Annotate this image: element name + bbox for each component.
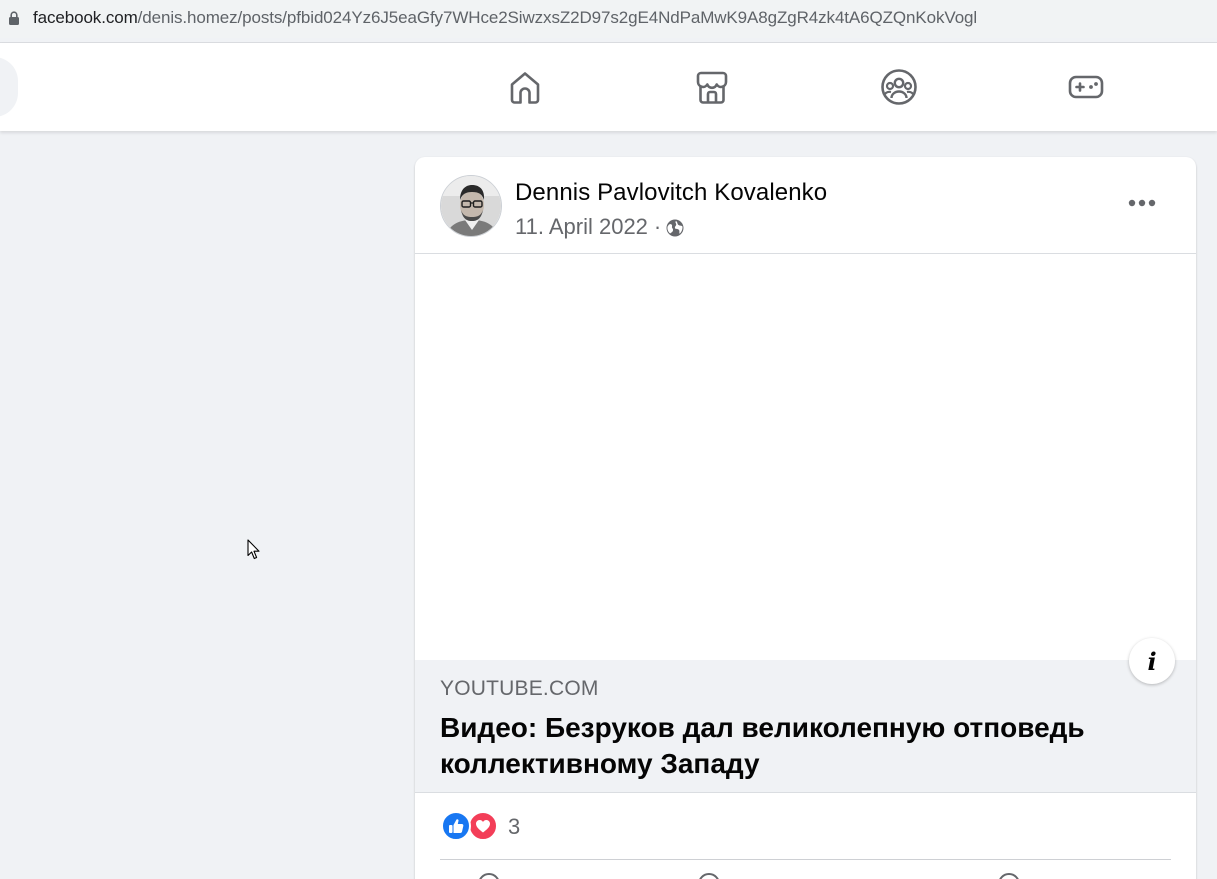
- browser-address-bar: facebook.com/denis.homez/posts/pfbid024Y…: [0, 0, 1217, 38]
- love-reaction-icon: [468, 811, 498, 841]
- post-card: Dennis Pavlovitch Kovalenko 11. April 20…: [415, 157, 1196, 879]
- share-action-button[interactable]: [998, 873, 1020, 879]
- nav-tab-marketplace[interactable]: [690, 65, 734, 109]
- thumbs-up-icon: [449, 819, 464, 833]
- link-preview[interactable]: i YOUTUBE.COM Видео: Безруков дал велико…: [415, 638, 1196, 793]
- more-options-icon: [1128, 199, 1156, 207]
- url-text[interactable]: facebook.com/denis.homez/posts/pfbid024Y…: [33, 8, 977, 28]
- actions-divider: [440, 859, 1171, 860]
- url-host: facebook.com: [33, 8, 138, 27]
- lock-icon[interactable]: [8, 11, 20, 25]
- reaction-icons[interactable]: [441, 811, 498, 843]
- reaction-count[interactable]: 3: [508, 814, 520, 840]
- post-header: Dennis Pavlovitch Kovalenko 11. April 20…: [415, 157, 1196, 254]
- info-button[interactable]: i: [1129, 638, 1175, 684]
- nav-tab-gaming[interactable]: [1064, 65, 1108, 109]
- post-options-button[interactable]: [1120, 185, 1164, 221]
- mouse-cursor-icon: [247, 539, 260, 560]
- comment-action-button[interactable]: [698, 873, 720, 879]
- marketplace-icon: [696, 71, 728, 104]
- link-title[interactable]: Видео: Безруков дал великолепную отповед…: [440, 710, 1160, 782]
- meta-separator: ·: [653, 214, 662, 239]
- nav-tab-groups[interactable]: [877, 65, 921, 109]
- avatar-photo: [441, 176, 501, 236]
- post-date[interactable]: 11. April 2022: [515, 214, 648, 240]
- post-author-name[interactable]: Dennis Pavlovitch Kovalenko: [515, 179, 827, 207]
- post-meta: 11. April 2022 ·: [515, 214, 685, 240]
- url-path: /denis.homez/posts/pfbid024Yz6J5eaGfy7WH…: [137, 8, 978, 27]
- home-icon: [510, 72, 540, 104]
- reactions-row: 3: [415, 794, 1196, 860]
- groups-icon: [881, 69, 917, 105]
- link-domain: YOUTUBE.COM: [440, 677, 599, 700]
- nav-tab-home[interactable]: [503, 65, 547, 109]
- heart-icon: [476, 820, 490, 833]
- facebook-navbar: [0, 43, 1217, 131]
- gaming-icon: [1068, 75, 1104, 99]
- search-button[interactable]: [0, 57, 18, 117]
- link-media-preview[interactable]: [415, 255, 1196, 660]
- info-icon: i: [1147, 646, 1157, 676]
- author-avatar[interactable]: [440, 175, 502, 237]
- like-reaction-icon: [441, 811, 471, 841]
- globe-icon[interactable]: [665, 218, 685, 238]
- like-action-button[interactable]: [478, 873, 500, 879]
